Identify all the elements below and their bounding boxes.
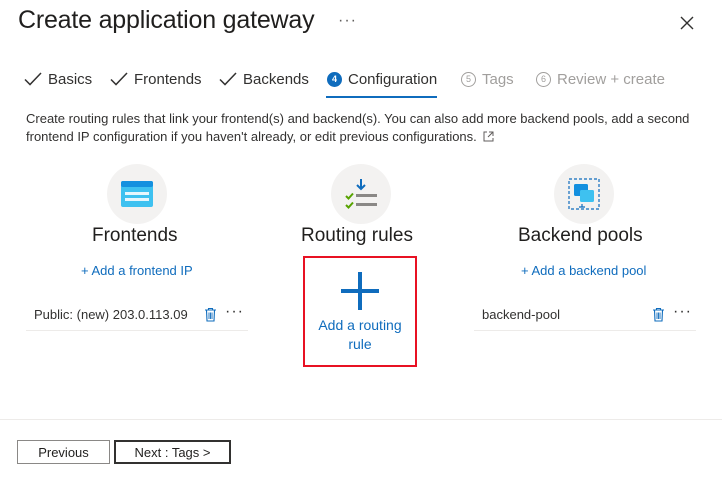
frontends-title: Frontends: [92, 225, 178, 246]
trash-icon[interactable]: [201, 306, 219, 324]
item-more-options-icon[interactable]: ···: [673, 303, 692, 327]
footer-divider: [0, 419, 722, 420]
tab-frontends[interactable]: Frontends: [110, 60, 202, 98]
tab-label: Backends: [243, 70, 309, 88]
step-number-badge: 6: [536, 71, 551, 87]
checkmark-icon: [219, 72, 237, 86]
plus-icon: [341, 272, 379, 310]
tab-backends[interactable]: Backends: [219, 60, 309, 98]
routing-rules-title: Routing rules: [301, 225, 413, 246]
add-backend-pool-link[interactable]: + Add a backend pool: [521, 263, 646, 278]
external-link-icon[interactable]: [483, 131, 494, 142]
page-title: Create application gateway: [18, 6, 315, 34]
tab-label: Review + create: [557, 70, 665, 88]
checkmark-icon: [110, 72, 128, 86]
checkmark-icon: [24, 72, 42, 86]
backend-pools-icon: [554, 164, 614, 224]
trash-icon[interactable]: [649, 306, 667, 324]
tab-basics[interactable]: Basics: [24, 60, 92, 98]
list-item: backend-pool ···: [474, 299, 696, 331]
tab-review-create: 6 Review + create: [536, 60, 665, 98]
add-routing-rule-label: Add a routing rule: [318, 317, 402, 352]
more-options-icon[interactable]: ···: [338, 12, 357, 30]
backend-item-label: backend-pool: [482, 307, 561, 322]
step-number-badge: 5: [461, 71, 476, 87]
next-button[interactable]: Next : Tags >: [114, 440, 231, 464]
tab-label: Frontends: [134, 70, 202, 88]
active-tab-indicator: [326, 96, 437, 98]
list-item: Public: (new) 203.0.113.09 ···: [26, 299, 248, 331]
backend-pools-title: Backend pools: [518, 225, 643, 246]
item-more-options-icon[interactable]: ···: [225, 303, 244, 327]
description: Create routing rules that link your fron…: [26, 111, 690, 144]
description-text: Create routing rules that link your fron…: [26, 110, 706, 146]
routing-rules-icon: [331, 164, 391, 224]
frontend-item-label: Public: (new) 203.0.113.09: [34, 307, 188, 322]
close-icon[interactable]: [674, 10, 700, 36]
add-routing-rule-button[interactable]: Add a routing rule: [303, 256, 417, 367]
tab-label: Basics: [48, 70, 93, 88]
tab-label: Configuration: [348, 70, 438, 88]
frontends-icon: [107, 164, 167, 224]
previous-button[interactable]: Previous: [17, 440, 110, 464]
tab-tags: 5 Tags: [461, 60, 514, 98]
step-number-badge: 4: [327, 71, 342, 87]
tab-label: Tags: [482, 70, 514, 88]
add-frontend-ip-link[interactable]: + Add a frontend IP: [81, 263, 193, 278]
tab-configuration[interactable]: 4 Configuration: [327, 60, 437, 98]
